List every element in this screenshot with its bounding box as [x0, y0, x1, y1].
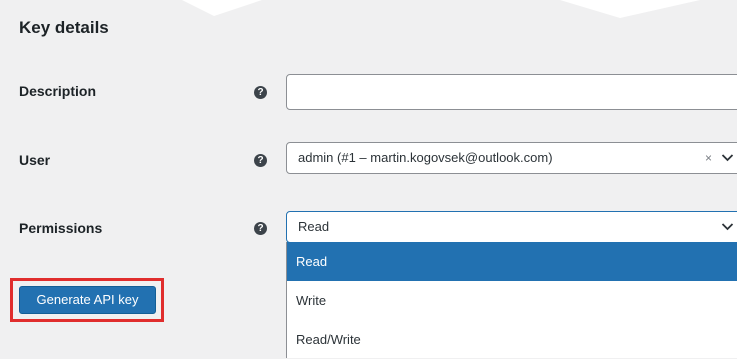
highlight-box: Generate API key — [10, 278, 164, 322]
description-label: Description — [19, 83, 97, 99]
permissions-select[interactable]: Read — [286, 211, 737, 243]
help-icon[interactable]: ? — [254, 154, 267, 167]
generate-api-key-button[interactable]: Generate API key — [19, 286, 156, 314]
permissions-dropdown: Read Write Read/Write — [286, 242, 737, 358]
chevron-down-icon[interactable] — [721, 222, 734, 231]
description-input[interactable] — [286, 74, 737, 110]
top-decoration — [182, 0, 700, 18]
permissions-option-read[interactable]: Read — [287, 242, 737, 281]
permissions-option-read-write[interactable]: Read/Write — [287, 320, 737, 359]
user-select[interactable]: admin (#1 – martin.kogovsek@outlook.com)… — [286, 142, 737, 174]
chevron-down-icon[interactable] — [721, 153, 734, 162]
user-label: User — [19, 152, 51, 168]
permissions-select-value: Read — [298, 219, 330, 234]
help-icon[interactable]: ? — [254, 86, 267, 99]
permissions-label: Permissions — [19, 220, 103, 236]
close-icon[interactable]: × — [705, 143, 712, 173]
help-icon[interactable]: ? — [254, 222, 267, 235]
user-select-value: admin (#1 – martin.kogovsek@outlook.com) — [298, 150, 553, 165]
permissions-option-write[interactable]: Write — [287, 281, 737, 320]
section-title: Key details — [19, 18, 109, 37]
